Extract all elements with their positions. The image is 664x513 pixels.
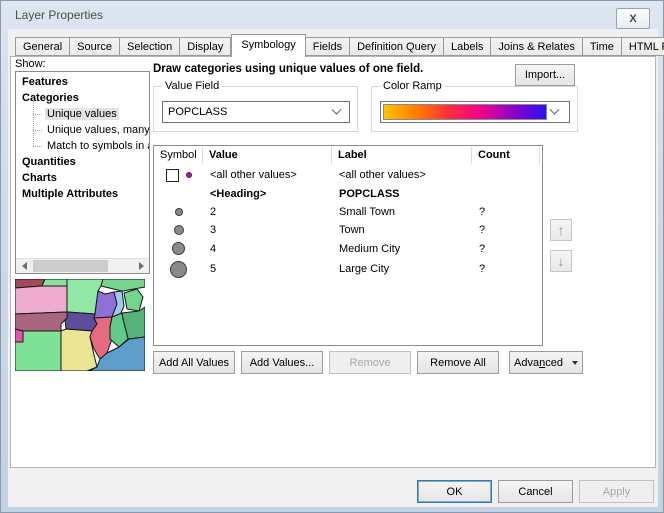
- tab-labels[interactable]: Labels: [444, 37, 491, 56]
- add-values-button[interactable]: Add Values...: [241, 351, 323, 374]
- tree-item-multiple-attributes[interactable]: Multiple Attributes: [16, 186, 149, 202]
- tree-item-unique-values[interactable]: Unique values: [16, 106, 149, 122]
- advanced-button[interactable]: Advanced: [509, 351, 583, 374]
- color-ramp-label: Color Ramp: [380, 80, 445, 93]
- tree-item-unique-values-many[interactable]: Unique values, many: [16, 122, 149, 138]
- dropdown-arrow-icon: [572, 361, 578, 365]
- table-row-all-other-values[interactable]: <all other values> <all other values>: [154, 165, 542, 185]
- tab-general[interactable]: General: [15, 37, 70, 56]
- remove-button[interactable]: Remove: [329, 351, 411, 374]
- graduated-circle-icon[interactable]: [172, 242, 185, 255]
- value-field-dropdown[interactable]: POPCLASS: [162, 101, 350, 123]
- import-button[interactable]: Import...: [515, 64, 575, 86]
- table-row-value-2[interactable]: 2 Small Town ?: [154, 203, 542, 221]
- table-header: Symbol Value Label Count: [154, 146, 542, 165]
- tree-item-match-symbols[interactable]: Match to symbols in a: [16, 138, 149, 154]
- layer-properties-dialog: Layer Properties X General Source Select…: [0, 0, 664, 513]
- move-down-button[interactable]: ↓: [550, 250, 572, 272]
- show-label: Show:: [15, 58, 46, 70]
- tab-selection[interactable]: Selection: [120, 37, 180, 56]
- scroll-left-icon[interactable]: [16, 259, 32, 273]
- all-other-values-checkbox[interactable]: [166, 169, 179, 182]
- table-row-value-4[interactable]: 4 Medium City ?: [154, 239, 542, 258]
- tab-definition-query[interactable]: Definition Query: [350, 37, 444, 56]
- tab-symbology[interactable]: Symbology: [231, 34, 305, 57]
- tab-joins-relates[interactable]: Joins & Relates: [491, 37, 582, 56]
- point-symbol-icon[interactable]: [186, 172, 192, 178]
- table-row-heading[interactable]: <Heading> POPCLASS: [154, 185, 542, 203]
- map-preview-thumbnail: [15, 279, 145, 371]
- cancel-button[interactable]: Cancel: [498, 480, 573, 503]
- tree-horizontal-scrollbar[interactable]: [16, 258, 149, 273]
- table-row-value-5[interactable]: 5 Large City ?: [154, 258, 542, 280]
- color-ramp-gradient: [383, 104, 547, 120]
- symbology-page: Show: Features Categories Unique values …: [10, 56, 656, 468]
- tree-item-quantities[interactable]: Quantities: [16, 154, 149, 170]
- tab-html-popup[interactable]: HTML Popup: [622, 37, 664, 56]
- tree-item-categories[interactable]: Categories: [16, 90, 149, 106]
- page-title: Draw categories using unique values of o…: [153, 63, 508, 75]
- tab-source[interactable]: Source: [70, 37, 120, 56]
- close-button[interactable]: X: [616, 8, 650, 29]
- color-ramp-group: Color Ramp: [371, 86, 578, 132]
- ok-button[interactable]: OK: [417, 480, 492, 503]
- value-field-label: Value Field: [162, 80, 222, 93]
- unique-values-table: Symbol Value Label Count <all other valu…: [153, 145, 543, 346]
- close-icon: X: [629, 13, 636, 25]
- tab-time[interactable]: Time: [583, 37, 622, 56]
- tab-display[interactable]: Display: [180, 37, 231, 56]
- apply-button[interactable]: Apply: [579, 480, 654, 503]
- scrollbar-thumb[interactable]: [33, 260, 108, 272]
- chevron-down-icon: [550, 104, 560, 114]
- column-header-value[interactable]: Value: [203, 147, 332, 164]
- chevron-down-icon: [332, 104, 342, 114]
- arrow-up-icon: ↑: [558, 222, 565, 238]
- scroll-right-icon[interactable]: [133, 259, 149, 273]
- add-all-values-button[interactable]: Add All Values: [153, 351, 235, 374]
- tree-item-features[interactable]: Features: [16, 74, 149, 90]
- table-row-value-3[interactable]: 3 Town ?: [154, 221, 542, 239]
- graduated-circle-icon[interactable]: [170, 261, 187, 278]
- titlebar: Layer Properties X: [1, 1, 663, 29]
- arrow-down-icon: ↓: [558, 253, 565, 269]
- color-ramp-dropdown[interactable]: [380, 101, 570, 123]
- window-title: Layer Properties: [15, 8, 103, 22]
- value-field-value: POPCLASS: [163, 106, 333, 118]
- tab-strip: General Source Selection Display Symbolo…: [15, 35, 664, 57]
- column-header-label[interactable]: Label: [332, 147, 472, 164]
- remove-all-button[interactable]: Remove All: [417, 351, 499, 374]
- move-up-button[interactable]: ↑: [550, 219, 572, 241]
- column-header-count[interactable]: Count: [472, 147, 540, 164]
- graduated-circle-icon[interactable]: [174, 225, 184, 235]
- show-tree: Features Categories Unique values Unique…: [15, 71, 150, 274]
- tab-fields[interactable]: Fields: [306, 37, 350, 56]
- graduated-circle-icon[interactable]: [175, 208, 183, 216]
- dialog-body: General Source Selection Display Symbolo…: [8, 29, 658, 507]
- tree-item-charts[interactable]: Charts: [16, 170, 149, 186]
- value-field-group: Value Field POPCLASS: [153, 86, 358, 132]
- column-header-symbol[interactable]: Symbol: [154, 147, 203, 164]
